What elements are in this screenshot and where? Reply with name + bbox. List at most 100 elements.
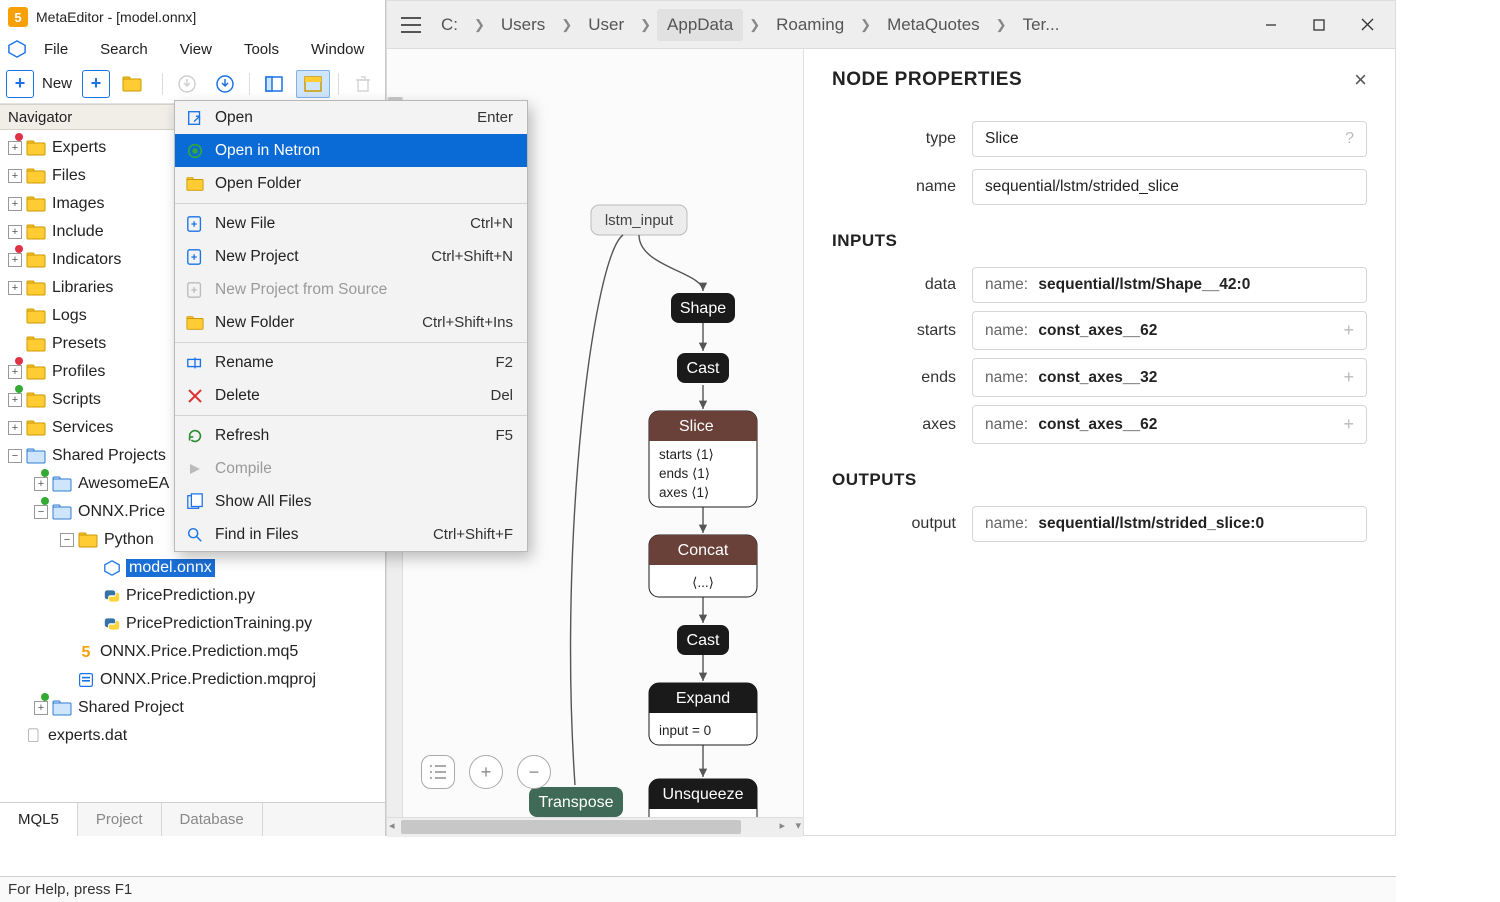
new-project-button[interactable]: + xyxy=(82,70,110,98)
horizontal-scroll-thumb[interactable] xyxy=(401,820,741,834)
expand-icon[interactable]: + xyxy=(1343,367,1354,388)
node-cast-2[interactable]: Cast xyxy=(677,625,729,655)
menu-item[interactable]: New Project Ctrl+Shift+N xyxy=(175,240,527,273)
tree-expander-icon[interactable]: + xyxy=(8,393,22,407)
tree-expander-icon[interactable]: − xyxy=(60,533,74,547)
tab-database[interactable]: Database xyxy=(162,803,263,836)
menu-item[interactable]: Find in Files Ctrl+Shift+F xyxy=(175,518,527,551)
prop-value[interactable]: name: sequential/lstm/strided_slice:0 xyxy=(972,506,1367,542)
props-close-icon[interactable]: × xyxy=(1354,67,1367,93)
scroll-down-icon[interactable]: ▾ xyxy=(795,819,801,832)
hamburger-icon[interactable] xyxy=(391,5,431,45)
zoom-in-button[interactable]: + xyxy=(469,755,503,789)
tree-expander-icon[interactable]: − xyxy=(8,449,22,463)
breadcrumb-segment[interactable]: C: xyxy=(431,9,468,41)
menu-item[interactable]: Open in Netron xyxy=(175,134,527,167)
zoom-out-button[interactable]: − xyxy=(517,755,551,789)
close-button[interactable] xyxy=(1343,5,1391,45)
tab-project[interactable]: Project xyxy=(78,803,162,836)
tree-expander-icon[interactable]: + xyxy=(8,281,22,295)
graph-list-button[interactable] xyxy=(421,755,455,789)
tree-label: Presets xyxy=(52,335,106,353)
svg-text:Shape: Shape xyxy=(680,300,726,317)
open-icon xyxy=(185,108,205,128)
menu-separator xyxy=(175,203,527,204)
layout-button-2[interactable] xyxy=(296,70,330,98)
tree-row[interactable]: PricePrediction.py xyxy=(0,582,385,610)
node-slice[interactable]: Slice starts ⟨1⟩ ends ⟨1⟩ axes ⟨1⟩ xyxy=(649,411,757,507)
tree-row[interactable]: model.onnx xyxy=(0,554,385,582)
showall-icon xyxy=(185,492,205,512)
tree-expander-icon[interactable]: + xyxy=(34,701,48,715)
menu-item-label: New Project from Source xyxy=(215,281,503,299)
menu-item[interactable]: Open Enter xyxy=(175,101,527,134)
menu-tools[interactable]: Tools xyxy=(228,34,295,64)
node-concat[interactable]: Concat ⟨...⟩ xyxy=(649,535,757,597)
tree-row[interactable]: 5ONNX.Price.Prediction.mq5 xyxy=(0,638,385,666)
breadcrumb-segment[interactable]: Ter... xyxy=(1013,9,1070,41)
outputs-header: OUTPUTS xyxy=(832,470,1367,490)
graph-float-buttons: + − xyxy=(421,755,551,789)
tree-expander-icon[interactable]: + xyxy=(8,197,22,211)
expand-icon[interactable]: + xyxy=(1343,414,1354,435)
layout-button-1[interactable] xyxy=(258,70,290,98)
tree-row[interactable]: PricePredictionTraining.py xyxy=(0,610,385,638)
svg-text:Slice: Slice xyxy=(679,418,714,435)
node-transpose[interactable]: Transpose xyxy=(529,787,623,817)
tree-row[interactable]: experts.dat xyxy=(0,722,385,750)
prop-value[interactable]: name: const_axes__32 + xyxy=(972,358,1367,397)
prop-type-value[interactable]: Slice? xyxy=(972,121,1367,157)
breadcrumb-segment[interactable]: User xyxy=(578,9,634,41)
tree-row[interactable]: ONNX.Price.Prediction.mqproj xyxy=(0,666,385,694)
node-unsqueeze[interactable]: Unsqueeze axes ⟨1⟩ xyxy=(649,779,757,817)
trash-button[interactable] xyxy=(347,70,379,98)
menu-item[interactable]: Rename F2 xyxy=(175,346,527,379)
menu-item[interactable]: Delete Del xyxy=(175,379,527,412)
tree-expander-icon[interactable]: + xyxy=(8,365,22,379)
tree-expander-icon[interactable]: + xyxy=(8,253,22,267)
menu-view[interactable]: View xyxy=(164,34,228,64)
prop-value[interactable]: name: const_axes__62 + xyxy=(972,311,1367,350)
tree-label: Services xyxy=(52,419,113,437)
help-icon[interactable]: ? xyxy=(1345,130,1354,148)
expand-icon[interactable]: + xyxy=(1343,320,1354,341)
menu-item[interactable]: New File Ctrl+N xyxy=(175,207,527,240)
breadcrumb-segment[interactable]: AppData xyxy=(657,9,743,41)
menu-item[interactable]: Show All Files xyxy=(175,485,527,518)
maximize-button[interactable] xyxy=(1295,5,1343,45)
breadcrumb-segment[interactable]: Users xyxy=(491,9,555,41)
prop-name-value[interactable]: sequential/lstm/strided_slice xyxy=(972,169,1367,205)
node-shape[interactable]: Shape xyxy=(671,293,735,323)
menu-item-label: Open xyxy=(215,109,467,127)
breadcrumb-segment[interactable]: MetaQuotes xyxy=(877,9,990,41)
menu-item[interactable]: Refresh F5 xyxy=(175,419,527,452)
menu-search[interactable]: Search xyxy=(84,34,164,64)
status-bar: For Help, press F1 xyxy=(0,876,1396,902)
tree-expander-icon[interactable]: − xyxy=(34,505,48,519)
tree-expander-icon[interactable]: + xyxy=(8,421,22,435)
menu-window[interactable]: Window xyxy=(295,34,380,64)
tree-expander-icon[interactable]: + xyxy=(8,225,22,239)
tab-mql5[interactable]: MQL5 xyxy=(0,803,78,836)
menu-file[interactable]: File xyxy=(28,34,84,64)
node-expand[interactable]: Expand input = 0 xyxy=(649,683,757,745)
tree-expander-icon[interactable]: + xyxy=(8,169,22,183)
node-cast-1[interactable]: Cast xyxy=(677,353,729,383)
prop-value[interactable]: name: sequential/lstm/Shape__42:0 xyxy=(972,267,1367,303)
breadcrumb-segment[interactable]: Roaming xyxy=(766,9,854,41)
tree-expander-icon[interactable]: + xyxy=(8,141,22,155)
prop-value[interactable]: name: const_axes__62 + xyxy=(972,405,1367,444)
scroll-right-icon[interactable]: ▸ xyxy=(779,819,785,832)
download-all-button[interactable] xyxy=(209,70,241,98)
menu-item[interactable]: Open Folder xyxy=(175,167,527,200)
horizontal-scrollbar[interactable]: ◂ ▸ ▾ xyxy=(387,817,803,837)
new-file-button[interactable]: + xyxy=(6,70,34,98)
scroll-left-icon[interactable]: ◂ xyxy=(389,819,395,832)
inputs-header: INPUTS xyxy=(832,231,1367,251)
tree-expander-icon[interactable]: + xyxy=(34,477,48,491)
menu-item[interactable]: New Folder Ctrl+Shift+Ins xyxy=(175,306,527,339)
tree-row[interactable]: +Shared Project xyxy=(0,694,385,722)
download-button[interactable] xyxy=(171,70,203,98)
open-folder-button[interactable] xyxy=(116,70,154,98)
minimize-button[interactable] xyxy=(1247,5,1295,45)
